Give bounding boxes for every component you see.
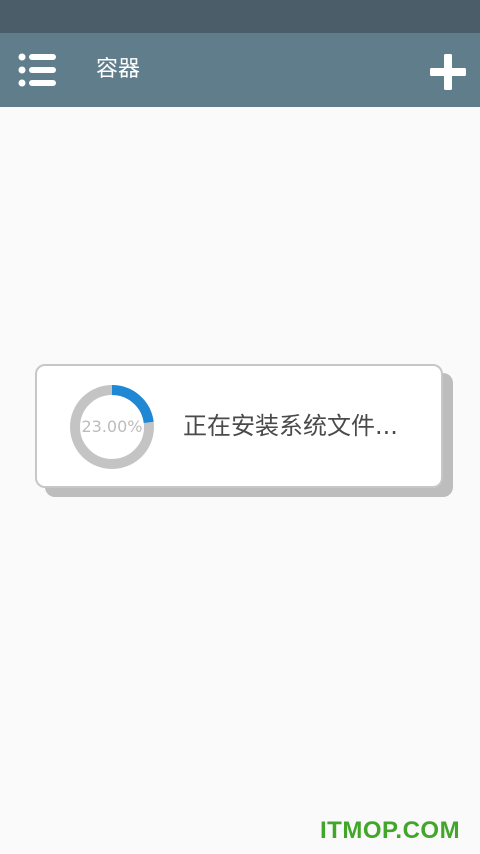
progress-percent: 23.00%	[81, 417, 143, 436]
dialog-message: 正在安装系统文件...	[183, 412, 398, 440]
list-icon	[18, 53, 56, 87]
add-button[interactable]	[426, 50, 470, 94]
plus-icon	[430, 54, 466, 90]
progress-dialog: 23.00% 正在安装系统文件...	[35, 364, 443, 488]
app-bar: 容器	[0, 33, 480, 107]
status-bar	[0, 0, 480, 33]
page-title: 容器	[96, 57, 141, 82]
menu-button[interactable]	[14, 47, 60, 93]
progress-ring: 23.00%	[67, 382, 157, 472]
watermark: ITMOP.COM	[320, 817, 461, 844]
